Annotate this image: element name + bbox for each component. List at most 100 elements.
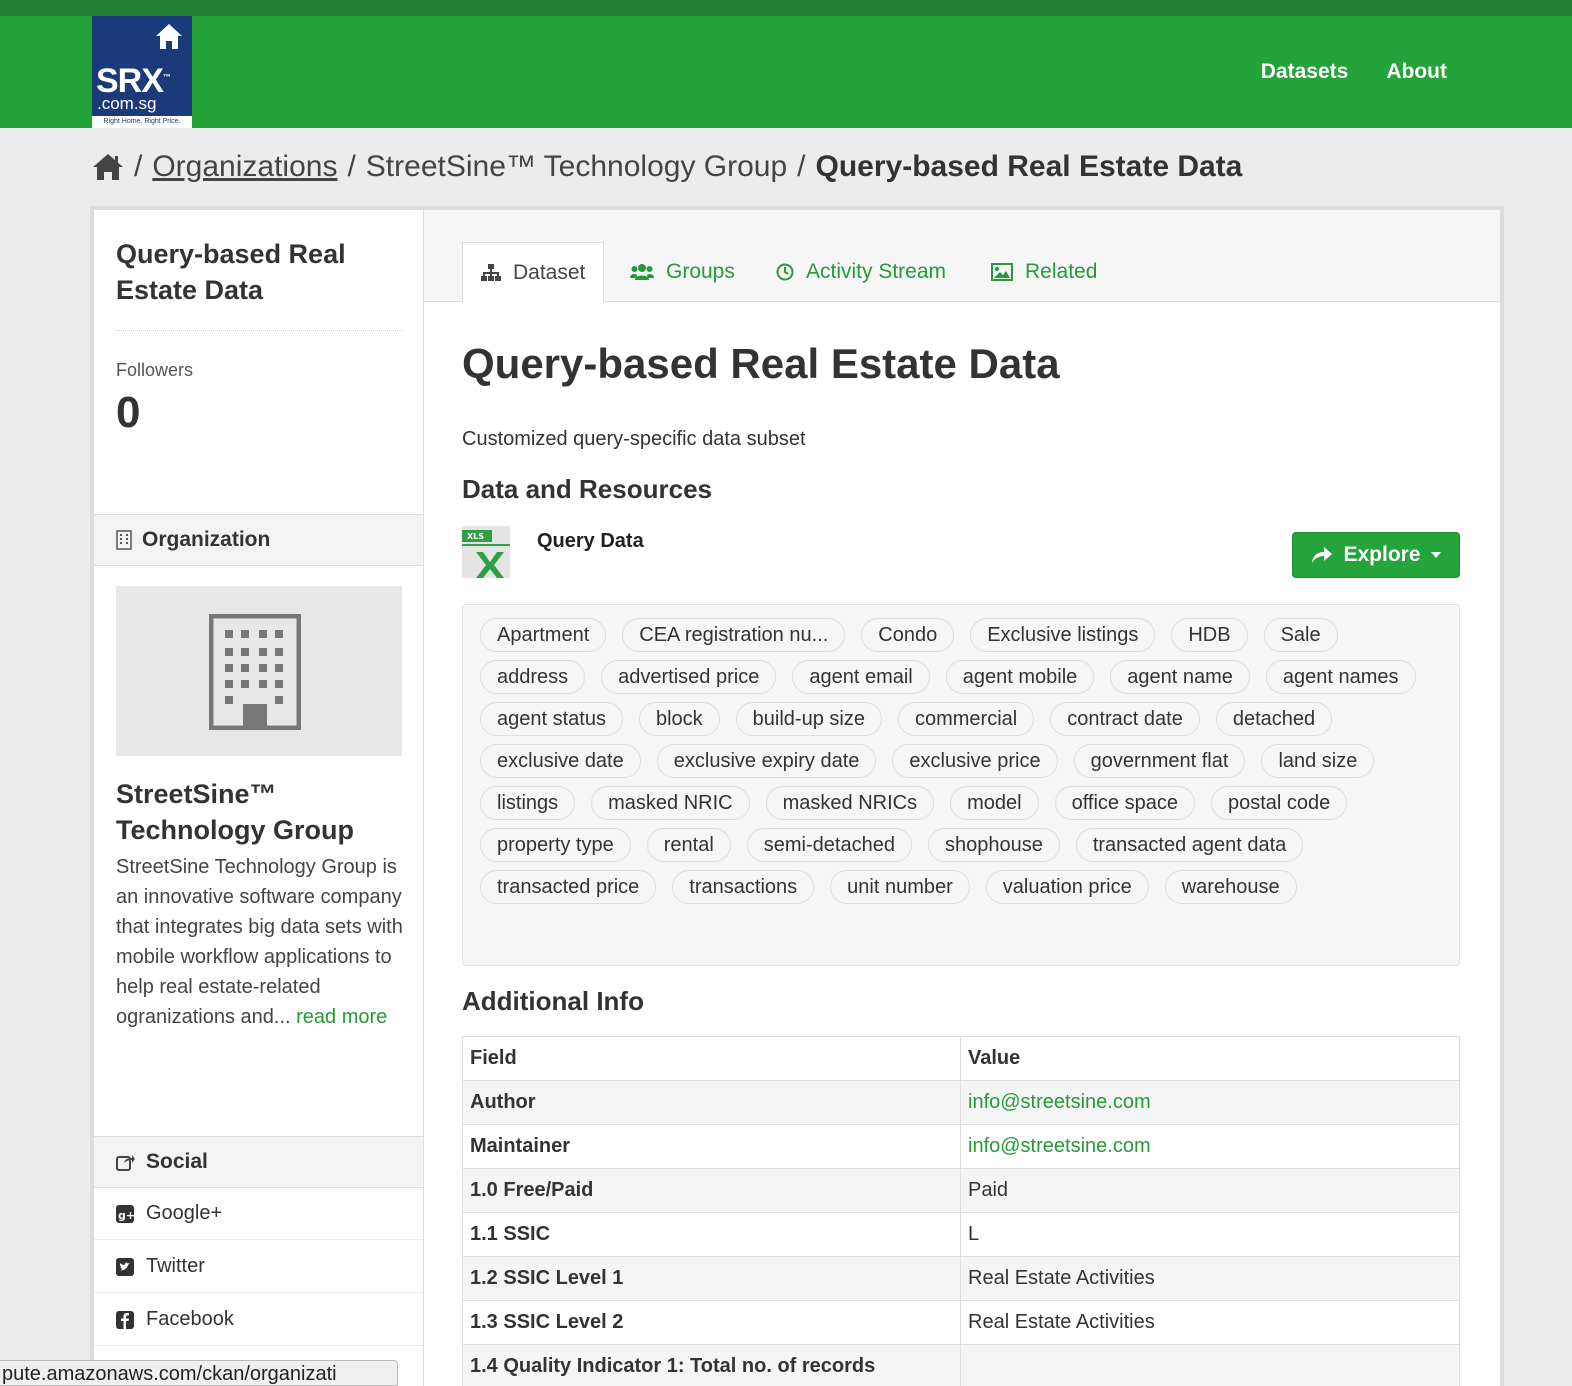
status-bar-url: pute.amazonaws.com/ckan/organizati: [0, 1360, 398, 1386]
table-cell-value: info@streetsine.com: [960, 1080, 1460, 1125]
tag-item[interactable]: shophouse: [927, 828, 1060, 862]
caret-down-icon: [1430, 552, 1441, 558]
email-link[interactable]: info@streetsine.com: [968, 1091, 1151, 1113]
tag-item[interactable]: warehouse: [1164, 870, 1297, 904]
resource-title[interactable]: Query Data: [537, 530, 644, 553]
social-googleplus[interactable]: g+ Google+: [94, 1188, 423, 1240]
tag-item[interactable]: listings: [480, 786, 576, 820]
tag-item[interactable]: Sale: [1263, 618, 1338, 652]
tag-item[interactable]: HDB: [1171, 618, 1248, 652]
table-header-row: Field Value: [462, 1036, 1460, 1081]
tag-item[interactable]: block: [638, 702, 720, 736]
tag-item[interactable]: Condo: [861, 618, 955, 652]
tag-item[interactable]: Apartment: [480, 618, 607, 652]
tag-item[interactable]: agent email: [792, 660, 930, 694]
social-twitter-label: Twitter: [146, 1255, 205, 1277]
breadcrumb: / Organizations / StreetSine™ Technology…: [92, 150, 1242, 184]
tab-related[interactable]: Related: [973, 242, 1115, 302]
tag-item[interactable]: Exclusive listings: [970, 618, 1156, 652]
tag-item[interactable]: agent name: [1110, 660, 1250, 694]
tag-item[interactable]: agent mobile: [945, 660, 1095, 694]
tab-related-label: Related: [1025, 260, 1098, 283]
building-icon: [116, 530, 132, 550]
tag-item[interactable]: agent status: [480, 702, 623, 736]
email-link[interactable]: info@streetsine.com: [968, 1135, 1151, 1157]
tag-item[interactable]: contract date: [1050, 702, 1200, 736]
tag-item[interactable]: semi-detached: [746, 828, 912, 862]
tag-item[interactable]: model: [950, 786, 1039, 820]
main-content: Dataset Groups Activity Stream Related Q…: [424, 210, 1500, 1386]
breadcrumb-organization[interactable]: StreetSine™ Technology Group: [366, 150, 787, 184]
tag-item[interactable]: exclusive date: [480, 744, 641, 778]
divider: [116, 330, 402, 331]
table-row: 1.4 Quality Indicator 1: Total no. of re…: [462, 1344, 1460, 1386]
nav-about[interactable]: About: [1386, 60, 1447, 84]
followers-count: 0: [116, 388, 141, 437]
svg-text:g+: g+: [118, 1209, 134, 1222]
svg-text:XLS: XLS: [467, 532, 484, 541]
tag-item[interactable]: advertised price: [601, 660, 777, 694]
tag-item[interactable]: exclusive price: [892, 744, 1058, 778]
resources-heading: Data and Resources: [462, 474, 712, 504]
tab-dataset-label: Dataset: [513, 260, 586, 284]
dataset-notes: Customized query-specific data subset: [462, 428, 806, 450]
tab-bar: Dataset Groups Activity Stream Related: [424, 210, 1500, 303]
tag-item[interactable]: CEA registration nu...: [622, 618, 846, 652]
main-wrapper: Query-based Real Estate Data Followers 0…: [90, 206, 1504, 1386]
tag-item[interactable]: government flat: [1073, 744, 1246, 778]
table-cell-value: Paid: [960, 1168, 1460, 1213]
top-strip: [0, 0, 1572, 16]
tag-item[interactable]: land size: [1261, 744, 1375, 778]
tag-item[interactable]: address: [480, 660, 586, 694]
tag-item[interactable]: agent names: [1265, 660, 1416, 694]
organization-image[interactable]: [116, 586, 402, 756]
organization-heading-label: Organization: [142, 528, 271, 551]
organization-description-text: StreetSine Technology Group is an innova…: [116, 856, 403, 1028]
table-row: 1.1 SSIC L: [462, 1212, 1460, 1257]
breadcrumb-current[interactable]: Query-based Real Estate Data: [816, 150, 1243, 184]
table-cell-value: info@streetsine.com: [960, 1124, 1460, 1169]
tag-item[interactable]: transacted price: [480, 870, 657, 904]
tag-item[interactable]: detached: [1215, 702, 1333, 736]
tag-item[interactable]: transacted agent data: [1075, 828, 1304, 862]
table-cell-field: 1.1 SSIC: [462, 1212, 961, 1257]
tab-groups[interactable]: Groups: [612, 242, 753, 302]
table-cell-field: 1.3 SSIC Level 2: [462, 1300, 961, 1345]
nav-datasets[interactable]: Datasets: [1261, 60, 1349, 84]
tag-item[interactable]: property type: [480, 828, 631, 862]
tag-item[interactable]: build-up size: [735, 702, 882, 736]
table-cell-field: 1.0 Free/Paid: [462, 1168, 961, 1213]
explore-button[interactable]: Explore: [1292, 532, 1460, 578]
table-row: 1.3 SSIC Level 2 Real Estate Activities: [462, 1300, 1460, 1345]
clock-icon: [776, 263, 794, 281]
additional-info-table: Field Value Author info@streetsine.com Mai…: [462, 1036, 1460, 1386]
tag-item[interactable]: valuation price: [985, 870, 1149, 904]
organization-heading: Organization: [94, 514, 423, 566]
social-twitter[interactable]: Twitter: [94, 1241, 423, 1293]
tag-item[interactable]: masked NRIC: [591, 786, 750, 820]
tag-item[interactable]: office space: [1054, 786, 1195, 820]
srx-logo[interactable]: SRX™ .com.sg Right Home. Right Price.: [92, 16, 192, 128]
twitter-icon: [116, 1257, 134, 1276]
table-cell-value: Real Estate Activities: [960, 1300, 1460, 1345]
tag-item[interactable]: postal code: [1210, 786, 1348, 820]
picture-icon: [991, 263, 1013, 281]
tag-item[interactable]: masked NRICs: [765, 786, 935, 820]
xls-file-icon: XLS: [462, 526, 510, 578]
tag-item[interactable]: unit number: [830, 870, 970, 904]
tag-item[interactable]: exclusive expiry date: [656, 744, 877, 778]
sidebar: Query-based Real Estate Data Followers 0…: [94, 210, 424, 1386]
breadcrumb-organizations[interactable]: Organizations: [152, 150, 337, 184]
tab-dataset[interactable]: Dataset: [462, 242, 605, 303]
tab-activity-stream[interactable]: Activity Stream: [758, 242, 964, 302]
explore-button-label: Explore: [1343, 543, 1421, 566]
social-facebook[interactable]: Facebook: [94, 1294, 423, 1346]
social-heading-label: Social: [146, 1150, 208, 1173]
read-more-link[interactable]: read more: [296, 1006, 387, 1028]
organization-description: StreetSine Technology Group is an innova…: [116, 852, 406, 1032]
tag-item[interactable]: rental: [646, 828, 731, 862]
column-header-value: Value: [960, 1036, 1460, 1081]
tag-item[interactable]: commercial: [897, 702, 1035, 736]
tag-item[interactable]: transactions: [672, 870, 815, 904]
home-icon[interactable]: [92, 153, 124, 181]
